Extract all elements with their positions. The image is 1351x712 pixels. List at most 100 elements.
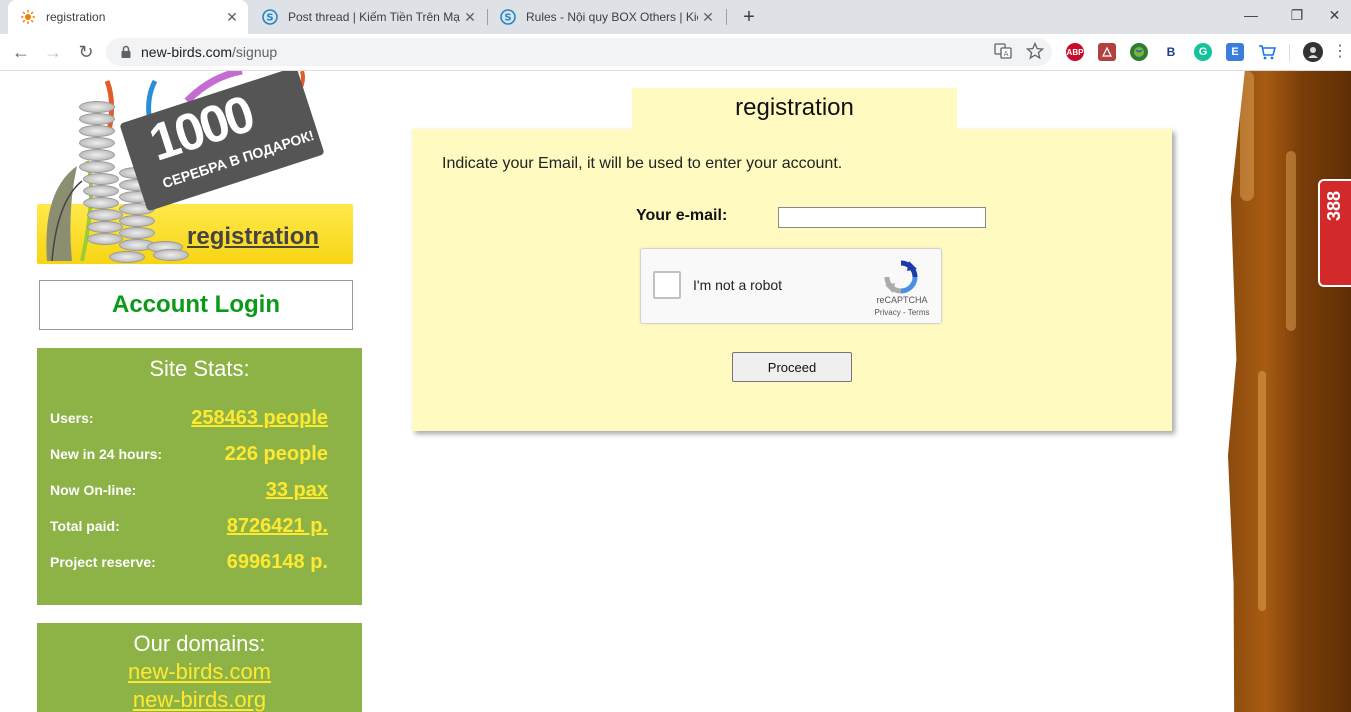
cart-icon[interactable]	[1258, 43, 1276, 61]
tab-separator	[726, 9, 727, 25]
new-tab-plus-icon[interactable]: +	[737, 5, 761, 29]
star-bookmark-icon[interactable]	[1026, 42, 1044, 60]
close-window-icon[interactable]: ✕	[1318, 0, 1351, 30]
recaptcha-links[interactable]: Privacy - Terms	[867, 308, 937, 317]
abp-icon[interactable]: ABP	[1066, 43, 1084, 61]
coin-icon	[83, 185, 119, 197]
svg-text:S: S	[504, 13, 511, 24]
recaptcha-widget: I'm not a robot reCAPTCHA Privacy - Term…	[640, 248, 942, 324]
coin-icon	[87, 221, 123, 233]
toolbar-separator	[1289, 44, 1290, 62]
back-arrow-icon[interactable]: ←	[8, 39, 34, 65]
registration-intro: Indicate your Email, it will be used to …	[442, 155, 843, 172]
avatar[interactable]	[1303, 42, 1323, 62]
sun-favicon-icon	[20, 9, 36, 25]
s-favicon-icon: S	[262, 9, 278, 25]
registration-tab-title: registration	[632, 88, 957, 132]
coin-icon	[87, 233, 123, 245]
stat-row-users: Users: 258463 people	[50, 403, 328, 433]
svg-text:S: S	[266, 13, 273, 24]
tree-streak	[1258, 371, 1266, 611]
promo-banner[interactable]: 1000 СЕРЕБРА В ПОДАРОК! registration	[37, 71, 355, 264]
domain-link[interactable]: new-birds.com	[37, 659, 362, 685]
stat-label: Total paid:	[50, 518, 120, 534]
domains-panel: Our domains: new-birds.com new-birds.org	[37, 623, 362, 712]
email-label: Your e-mail:	[636, 207, 728, 224]
minimize-icon[interactable]: —	[1228, 0, 1274, 30]
grammarly-icon[interactable]: G	[1194, 43, 1212, 61]
stat-value-link[interactable]: 8726421 р.	[227, 515, 328, 538]
coin-icon	[119, 215, 155, 227]
recaptcha-label: I'm not a robot	[693, 277, 783, 293]
coin-icon	[79, 101, 115, 113]
side-badge-text: 388	[1324, 191, 1344, 222]
stat-label: New in 24 hours:	[50, 446, 163, 462]
stat-row-new: New in 24 hours: 226 people	[50, 439, 328, 469]
coin-icon	[153, 249, 189, 261]
tab-close-icon[interactable]: ✕	[222, 9, 242, 26]
stat-row-online: Now On-line: 33 pax	[50, 475, 328, 505]
coin-icon	[79, 149, 115, 161]
e-icon[interactable]: E	[1226, 43, 1244, 61]
tab-close-icon[interactable]: ✕	[460, 9, 480, 26]
tab-title: registration	[46, 10, 106, 24]
email-field[interactable]	[778, 207, 986, 228]
url-text: new-birds.com/signup	[141, 44, 277, 60]
coin-icon	[79, 137, 115, 149]
coin-icon	[79, 161, 115, 173]
pdf-icon[interactable]	[1098, 43, 1116, 61]
domains-title: Our domains:	[133, 631, 266, 656]
stat-value: 226 people	[224, 442, 328, 465]
translate-icon[interactable]: A	[994, 42, 1012, 60]
tab-post-thread[interactable]: S Post thread | Kiếm Tiền Trên Mạn ✕	[250, 0, 486, 34]
coin-icon	[79, 125, 115, 137]
recaptcha-logo-icon	[884, 260, 918, 294]
tree-streak	[1286, 151, 1296, 331]
coin-icon	[83, 197, 119, 209]
recaptcha-brand: reCAPTCHA	[876, 295, 928, 305]
lock-icon	[121, 45, 131, 58]
tab-strip: registration ✕ S Post thread | Kiếm Tiền…	[0, 0, 1351, 34]
side-banner-badge[interactable]: 388	[1318, 179, 1351, 287]
coin-icon	[87, 209, 123, 221]
tree-decoration	[1228, 71, 1351, 712]
browser-toolbar: ← → ↻ new-birds.com/signup A ABP B G E ⋮	[0, 34, 1351, 71]
site-stats-title: Site Stats:	[149, 356, 250, 381]
tab-rules[interactable]: S Rules - Nội quy BOX Others | Kiế ✕	[488, 0, 724, 34]
tab-close-icon[interactable]: ✕	[698, 9, 718, 26]
url-host: new-birds.com	[141, 44, 233, 60]
globe-icon[interactable]	[1130, 43, 1148, 61]
stat-label: Users:	[50, 410, 94, 426]
tab-registration[interactable]: registration ✕	[8, 0, 248, 34]
account-login-button[interactable]: Account Login	[39, 280, 353, 330]
coin-icon	[79, 113, 115, 125]
stat-row-paid: Total paid: 8726421 р.	[50, 511, 328, 541]
site-stats-panel: Site Stats: Users: 258463 people New in …	[37, 348, 362, 605]
s-favicon-icon: S	[500, 9, 516, 25]
page-content: 1000 СЕРЕБРА В ПОДАРОК! registration Acc…	[0, 71, 1351, 712]
menu-dots-icon[interactable]: ⋮	[1331, 39, 1349, 65]
domain-link[interactable]: new-birds.org	[37, 687, 362, 712]
recaptcha-checkbox[interactable]	[653, 271, 681, 299]
svg-text:A: A	[1004, 50, 1009, 58]
stat-value: 6996148 р.	[226, 550, 328, 573]
b-icon[interactable]: B	[1162, 43, 1180, 61]
coin-icon	[109, 251, 145, 263]
coin-icon	[83, 173, 119, 185]
stat-label: Project reserve:	[50, 554, 156, 570]
tab-title: Post thread | Kiếm Tiền Trên Mạn	[288, 10, 460, 24]
stat-label: Now On-line:	[50, 482, 137, 498]
stat-value-link[interactable]: 33 pax	[266, 479, 328, 502]
address-bar[interactable]: new-birds.com/signup A	[106, 38, 1052, 66]
reload-icon[interactable]: ↻	[73, 39, 99, 65]
url-path: /signup	[232, 44, 278, 60]
promo-registration-link[interactable]: registration	[187, 223, 319, 251]
forward-arrow-icon[interactable]: →	[40, 39, 66, 65]
restore-icon[interactable]: ❐	[1274, 0, 1320, 30]
proceed-button[interactable]: Proceed	[732, 352, 852, 382]
stat-row-reserve: Project reserve: 6996148 р.	[50, 547, 328, 577]
stat-value-link[interactable]: 258463 people	[191, 407, 328, 430]
registration-panel: Indicate your Email, it will be used to …	[412, 129, 1172, 431]
coin-icon	[119, 227, 155, 239]
tab-title: Rules - Nội quy BOX Others | Kiế	[526, 10, 698, 24]
